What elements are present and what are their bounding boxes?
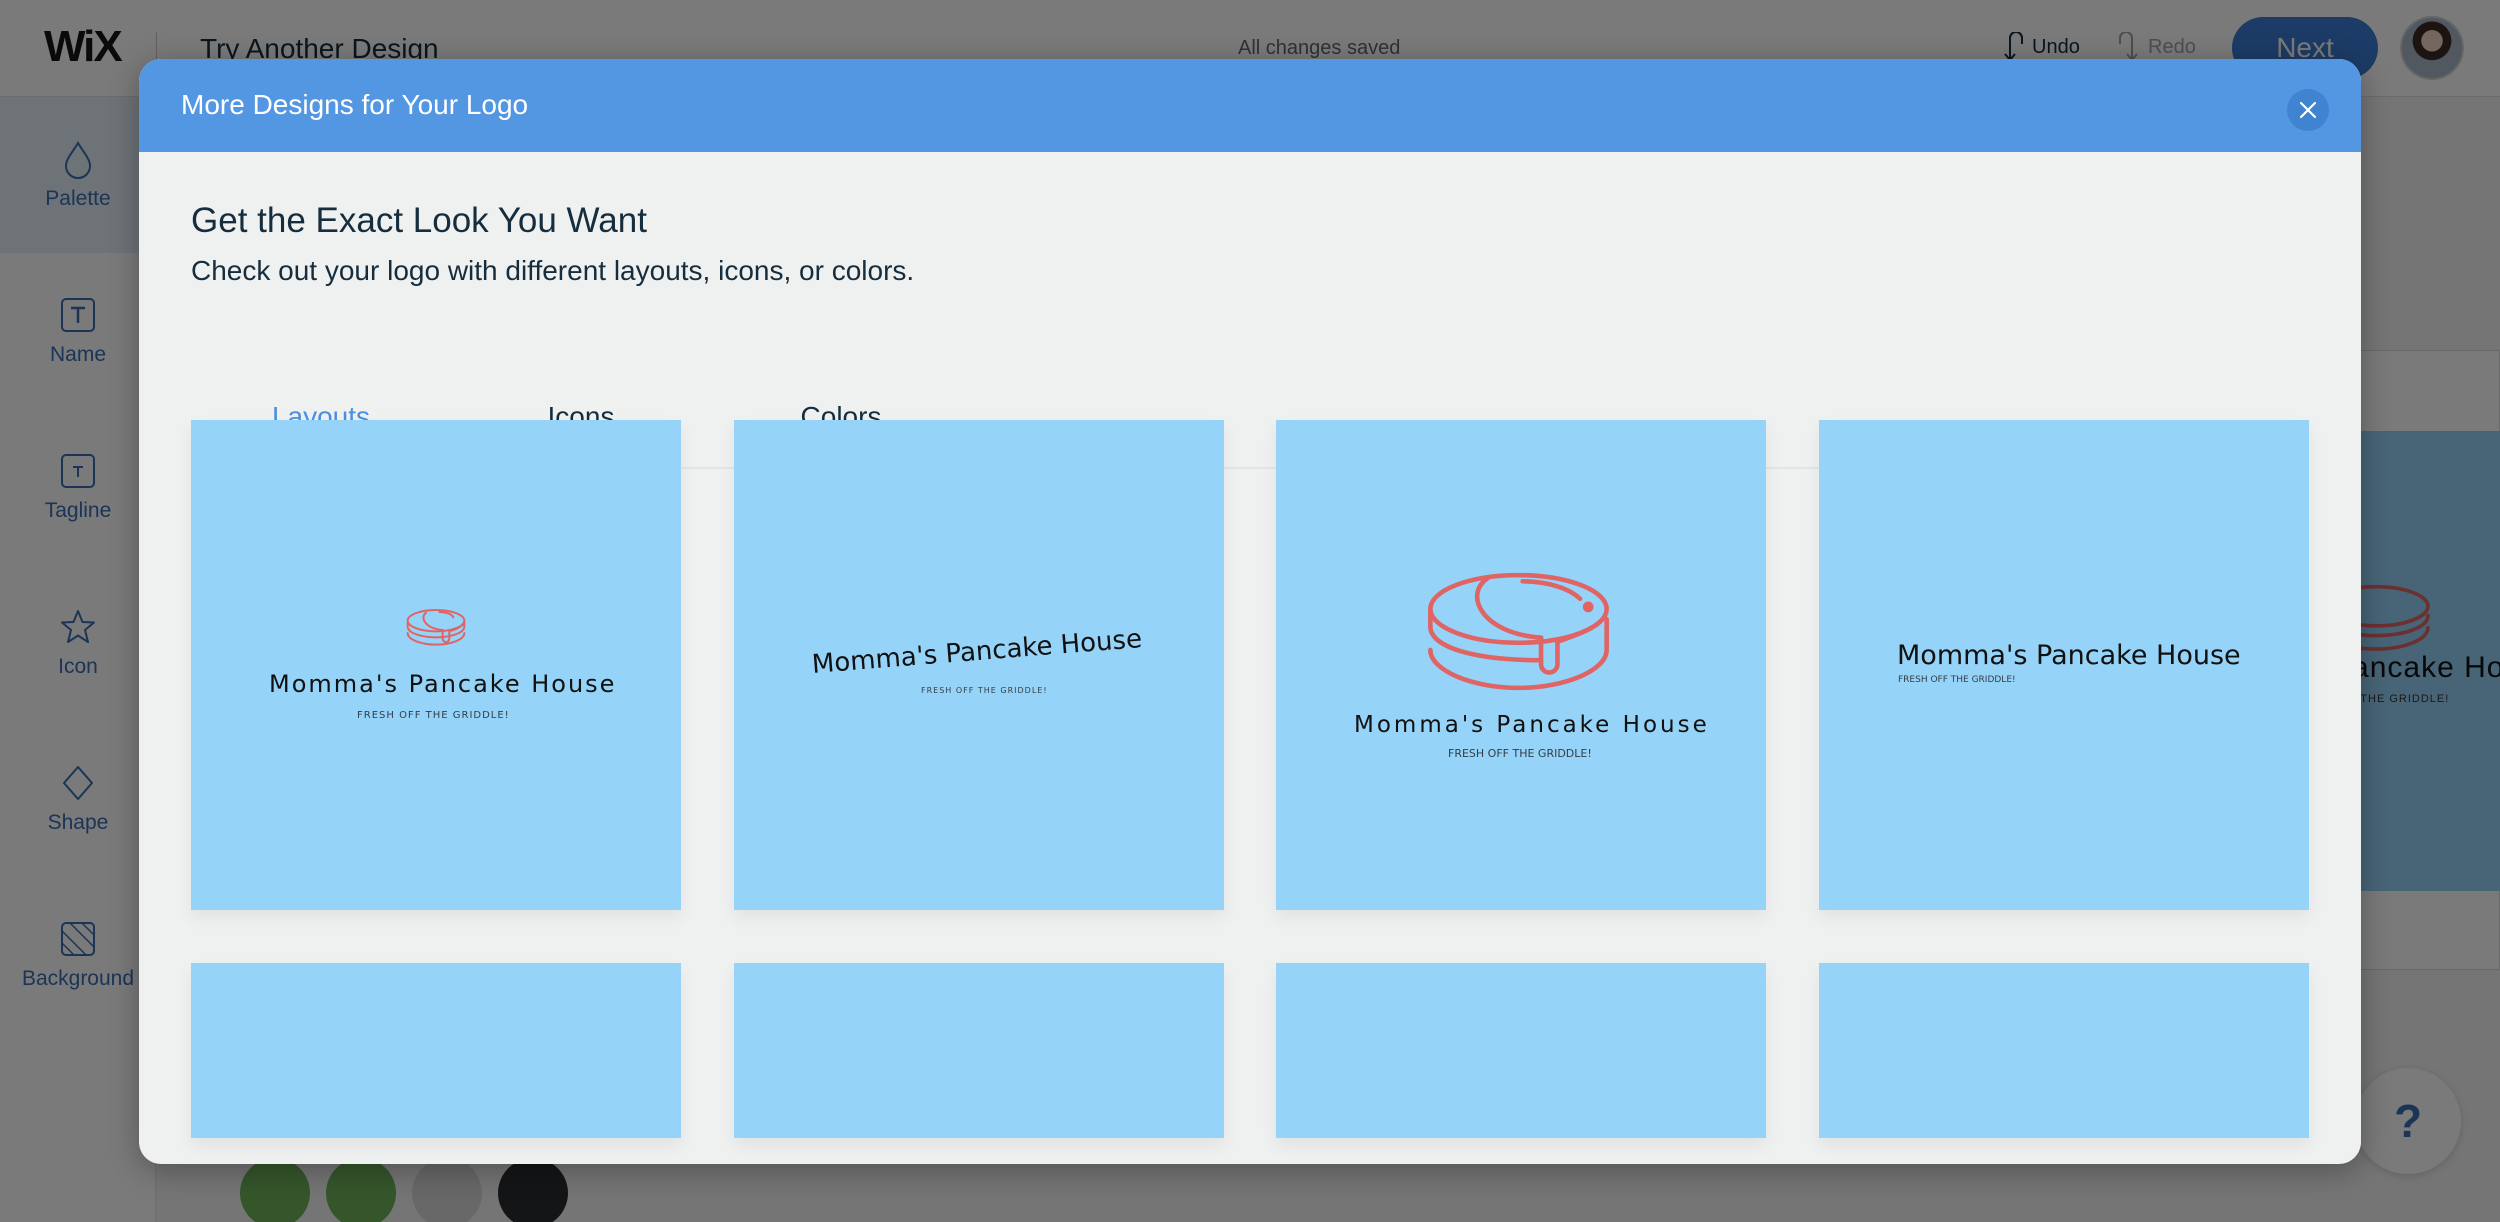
modal-header: More Designs for Your Logo [139,59,2361,152]
logo-tagline: FRESH OFF THE GRIDDLE! [357,710,510,721]
design-card[interactable] [1819,963,2309,1138]
more-designs-modal: More Designs for Your Logo Get the Exact… [139,59,2361,1164]
design-card[interactable]: Momma's Pancake House FRESH OFF THE GRID… [1276,420,1766,910]
logo-name: Momma's Pancake House [1354,712,1710,738]
design-card[interactable] [1276,963,1766,1138]
pancake-stack-icon [1428,572,1609,691]
design-card[interactable] [191,963,681,1138]
design-grid: Momma's Pancake House FRESH OFF THE GRID… [191,420,2311,1164]
logo-name: Momma's Pancake House [1897,640,2241,671]
design-card[interactable] [734,963,1224,1138]
design-card[interactable]: Momma's Pancake House FRESH OFF THE GRID… [734,420,1224,910]
modal-heading: Get the Exact Look You Want [191,201,647,240]
modal-subheading: Check out your logo with different layou… [191,255,915,286]
logo-tagline: FRESH OFF THE GRIDDLE! [1898,675,2016,685]
logo-name: Momma's Pancake House [810,624,1144,680]
close-button[interactable] [2287,89,2329,131]
modal-title: More Designs for Your Logo [181,89,529,120]
logo-tagline: FRESH OFF THE GRIDDLE! [921,686,1048,695]
close-icon [2299,101,2317,119]
design-card[interactable]: Momma's Pancake House FRESH OFF THE GRID… [191,420,681,910]
design-card[interactable]: Momma's Pancake House FRESH OFF THE GRID… [1819,420,2309,910]
pancake-stack-icon [406,609,466,646]
logo-tagline: FRESH OFF THE GRIDDLE! [1448,747,1592,760]
logo-name: Momma's Pancake House [269,670,617,698]
